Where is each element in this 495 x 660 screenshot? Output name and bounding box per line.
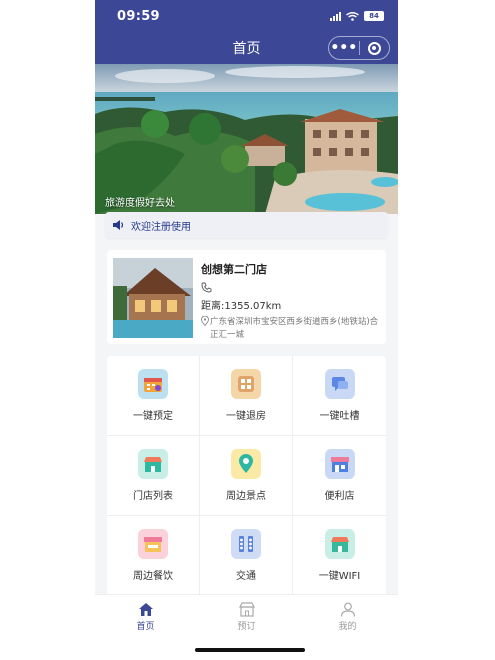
target-close-icon[interactable] <box>360 41 390 55</box>
store-phone-row[interactable] <box>201 282 380 294</box>
grid-item-label: 一键预定 <box>133 411 173 422</box>
tab-home[interactable]: 首页 <box>95 595 196 638</box>
banner-image <box>95 64 398 214</box>
page-title: 首页 <box>232 41 261 57</box>
tab-bar: 首页 预订 我的 <box>95 594 398 638</box>
grid-item-label: 便利店 <box>324 491 355 502</box>
grid-item-convenience-store[interactable]: 便利店 <box>293 436 386 516</box>
tab-profile-label: 我的 <box>338 621 357 632</box>
store-address-row: 广东省深圳市宝安区西乡街道西乡(地铁站)合正汇一城 <box>201 316 380 342</box>
status-bar: 09:59 84 <box>95 0 398 32</box>
store-photo <box>113 258 193 338</box>
store-address: 广东省深圳市宝安区西乡街道西乡(地铁站)合正汇一城 <box>210 317 379 340</box>
speaker-icon <box>113 220 124 230</box>
miniprogram-capsule: ••• <box>328 36 390 60</box>
notice-bar[interactable]: 欢迎注册使用 <box>105 212 388 238</box>
grid-item-label: 周边景点 <box>226 491 266 502</box>
shop-icon <box>324 449 355 479</box>
grid-item-label: 一键退房 <box>226 411 266 422</box>
map-pin-icon <box>231 449 261 479</box>
home-indicator-area <box>95 638 398 660</box>
wifi-icon <box>346 11 359 21</box>
profile-icon <box>340 602 355 617</box>
phone-screen: 09:59 84 首页 ••• 旅游度假好去处 欢迎注册使用 创想第二门店 距离… <box>95 0 398 660</box>
grid-item-store-list[interactable]: 门店列表 <box>107 436 200 516</box>
tab-booking[interactable]: 预订 <box>196 595 297 638</box>
grid-item-transport[interactable]: 交通 <box>200 516 293 596</box>
grid-item-label: 门店列表 <box>133 491 173 502</box>
banner-caption: 旅游度假好去处 <box>105 198 175 209</box>
location-pin-icon <box>201 316 209 326</box>
grid-item-label: 周边餐饮 <box>133 571 173 582</box>
signal-icon <box>330 11 341 21</box>
store-info: 创想第二门店 距离:1355.07km 广东省深圳市宝安区西乡街道西乡(地铁站)… <box>201 258 380 340</box>
home-icon <box>138 602 153 616</box>
battery-icon: 84 <box>364 11 384 21</box>
store-distance: 距离:1355.07km <box>201 301 282 312</box>
store-name: 创想第二门店 <box>201 263 267 276</box>
store-icon <box>138 449 168 479</box>
status-time: 09:59 <box>117 8 160 24</box>
store-card[interactable]: 创想第二门店 距离:1355.07km 广东省深圳市宝安区西乡街道西乡(地铁站)… <box>107 250 386 344</box>
grid-item-label: 交通 <box>236 571 256 582</box>
grid-item-dining[interactable]: 周边餐饮 <box>107 516 200 596</box>
more-dots-icon[interactable]: ••• <box>329 38 359 58</box>
grid-item-wifi[interactable]: 一键WIFI <box>293 516 386 596</box>
grid-item-attractions[interactable]: 周边景点 <box>200 436 293 516</box>
grid-item-feedback[interactable]: 一键吐槽 <box>293 356 386 436</box>
banner-carousel[interactable]: 旅游度假好去处 <box>95 64 398 214</box>
phone-icon[interactable] <box>201 282 212 293</box>
home-indicator[interactable] <box>195 648 305 652</box>
tab-home-label: 首页 <box>136 621 155 632</box>
wifi-store-icon <box>324 529 355 559</box>
service-grid: 一键预定 一键退房 一键吐槽 门店列表 周边景点 便利店 周边餐饮 交通 一键W… <box>107 356 386 596</box>
grid-item-booking[interactable]: 一键预定 <box>107 356 200 436</box>
grid-item-label: 一键WIFI <box>318 571 361 582</box>
status-icons: 84 <box>330 11 384 21</box>
tab-profile[interactable]: 我的 <box>297 595 398 638</box>
tab-booking-label: 预订 <box>237 621 256 632</box>
building-icon <box>231 369 261 399</box>
chat-icon <box>324 369 355 399</box>
grid-item-checkout[interactable]: 一键退房 <box>200 356 293 436</box>
grid-item-label: 一键吐槽 <box>319 411 360 422</box>
traffic-icon <box>231 529 261 559</box>
calendar-icon <box>138 369 168 399</box>
restaurant-icon <box>138 529 168 559</box>
booking-icon <box>238 601 255 617</box>
nav-bar: 首页 ••• <box>95 32 398 64</box>
notice-text: 欢迎注册使用 <box>131 221 191 233</box>
